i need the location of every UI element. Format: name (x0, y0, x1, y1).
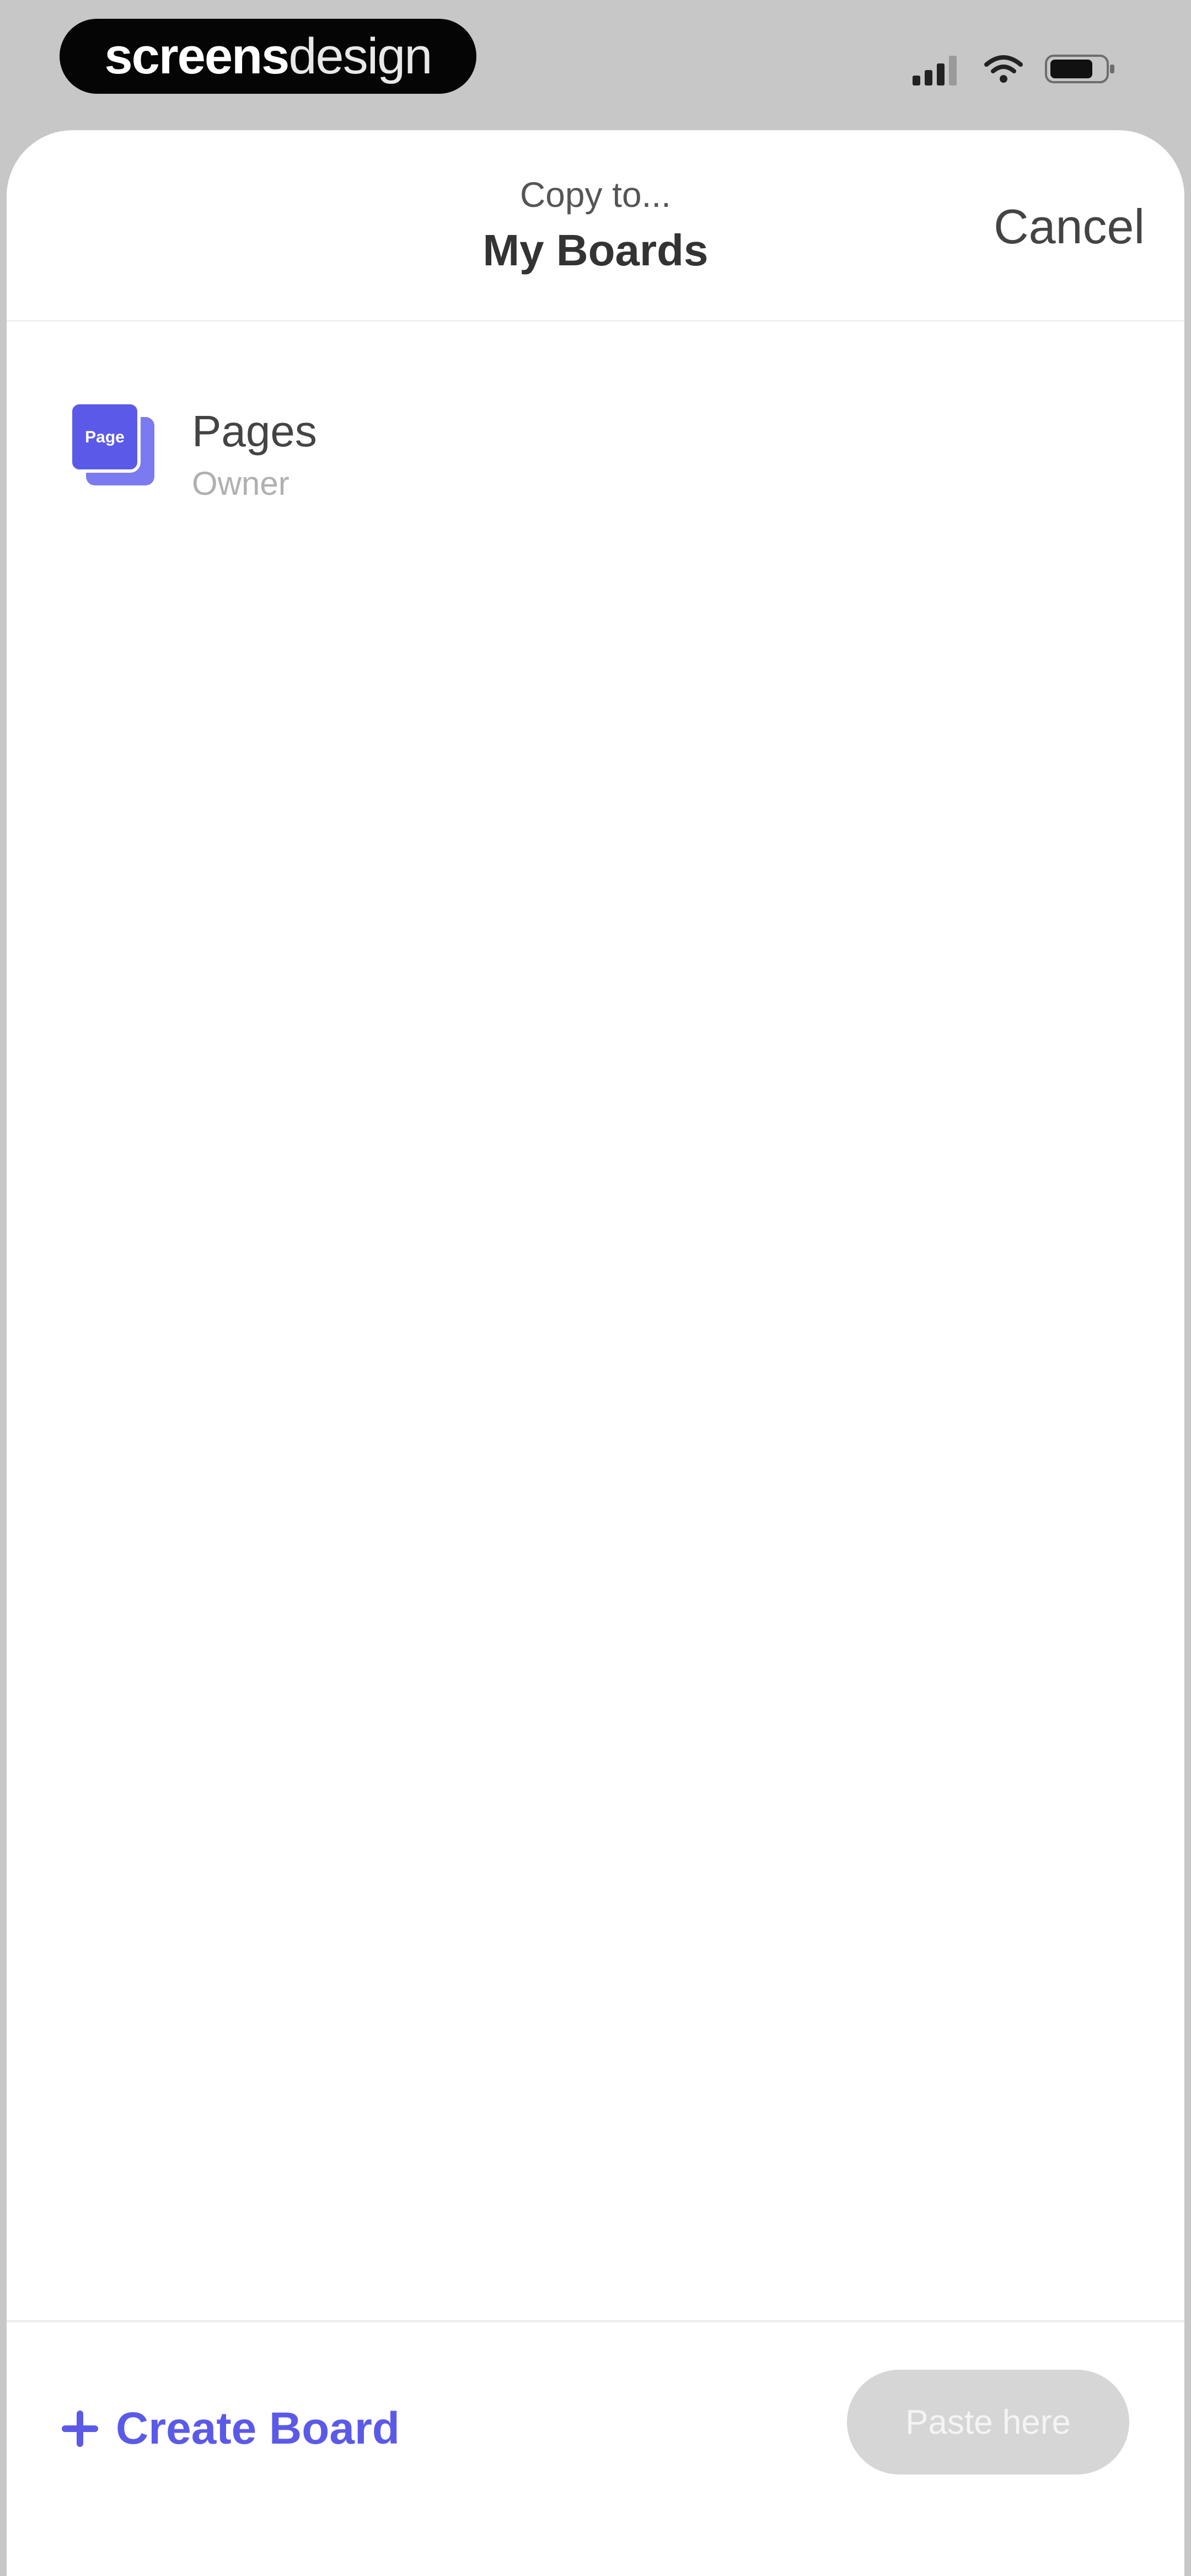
logo-text-light: design (288, 28, 432, 84)
board-list-item[interactable]: Page Pages Owner (7, 384, 1184, 522)
logo-text-bold: screens (104, 28, 290, 84)
sheet-header: Copy to... My Boards Cancel (7, 130, 1184, 322)
status-bar: screens design (0, 0, 1191, 127)
screen: screens design Copy to... My Boards Canc… (0, 0, 1191, 2576)
status-icons (913, 50, 1117, 88)
board-role: Owner (192, 465, 289, 502)
create-board-button[interactable]: Create Board (60, 2393, 400, 2465)
paste-here-button[interactable]: Paste here (847, 2370, 1129, 2475)
wifi-icon (984, 55, 1023, 83)
cancel-button[interactable]: Cancel (994, 199, 1145, 255)
create-board-label: Create Board (116, 2403, 400, 2454)
board-name: Pages (192, 407, 317, 456)
bottom-action-bar: Create Board Paste here (7, 2320, 1184, 2576)
board-stack-icon: Page (69, 401, 154, 485)
plus-icon (62, 2411, 98, 2447)
battery-icon (1045, 55, 1114, 83)
cellular-signal-icon (913, 56, 957, 85)
copy-to-sheet: Copy to... My Boards Cancel Page Pages O… (7, 130, 1184, 2576)
board-icon-text: Page (85, 428, 125, 446)
screensdesign-logo: screens design (60, 19, 476, 94)
